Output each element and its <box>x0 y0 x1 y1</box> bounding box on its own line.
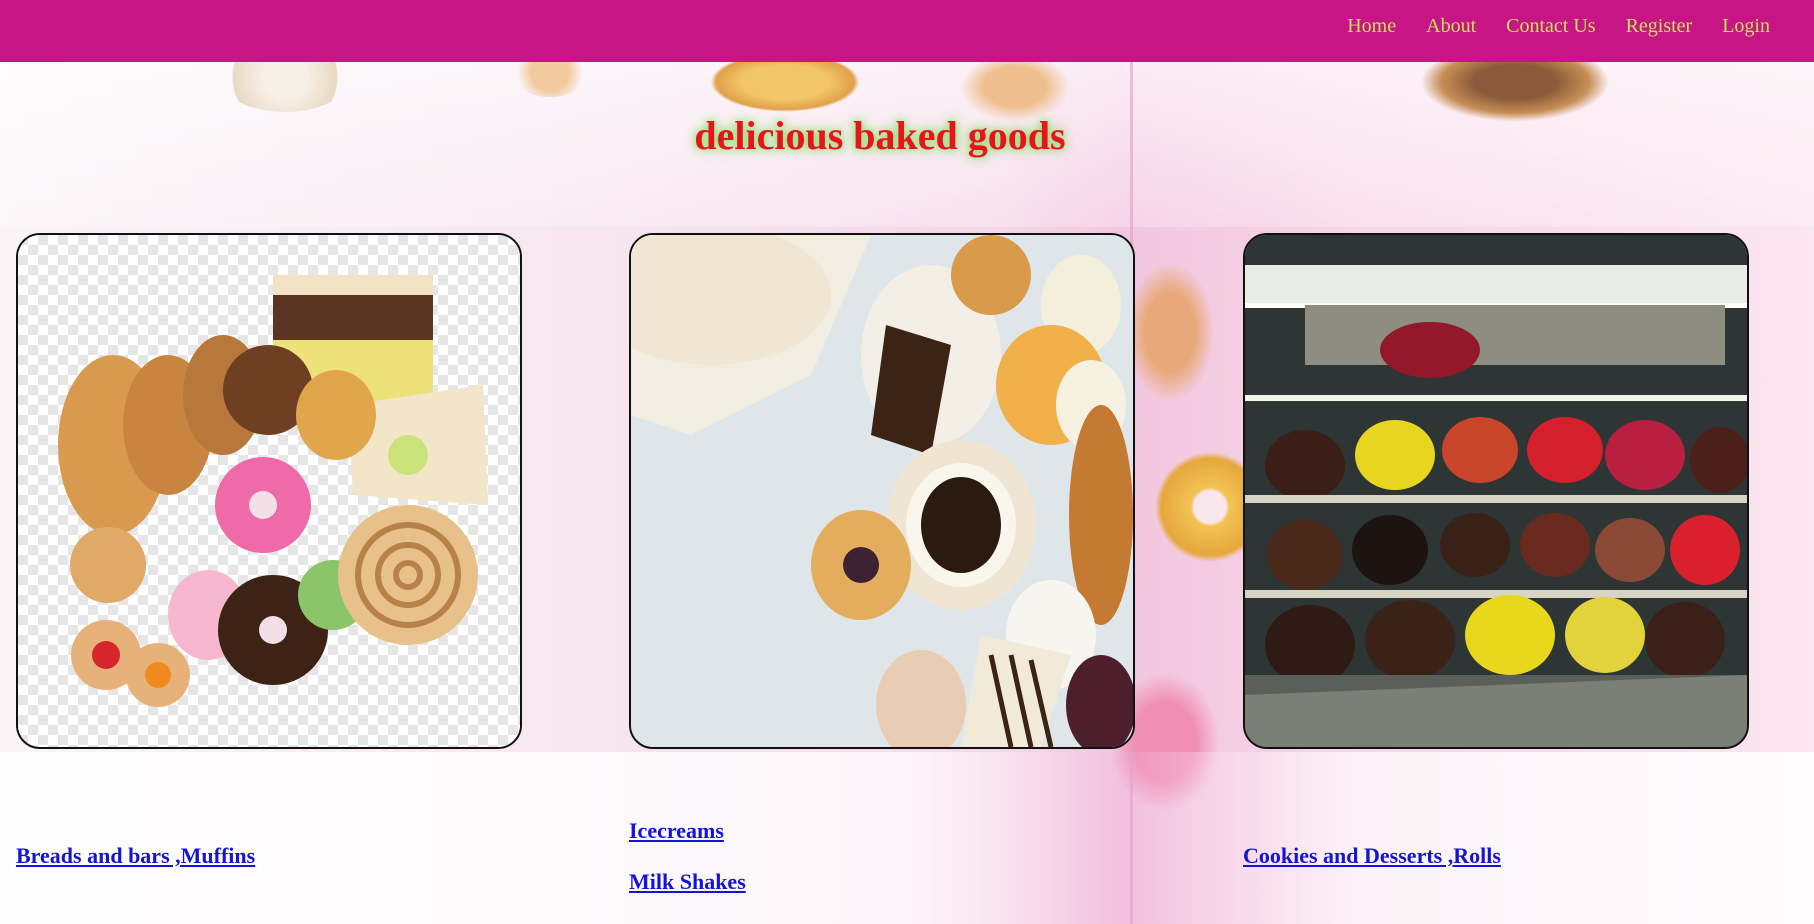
display-case-illustration <box>1245 235 1747 747</box>
coffee-illustration <box>631 235 1133 747</box>
nav-login-link[interactable]: Login <box>1722 15 1770 37</box>
nav-home-link[interactable]: Home <box>1347 15 1396 37</box>
pastries-illustration <box>18 235 520 747</box>
coffee-pastries-image <box>629 233 1135 749</box>
nav-about-link[interactable]: About <box>1426 15 1476 37</box>
cake-display-image <box>1243 233 1749 749</box>
milkshakes-link[interactable]: Milk Shakes <box>629 869 746 895</box>
pastries-image <box>16 233 522 749</box>
icecreams-link[interactable]: Icecreams <box>629 818 724 844</box>
nav-menu: Home About Contact Us Register Login <box>1347 0 1770 52</box>
top-navbar: Home About Contact Us Register Login <box>0 0 1814 62</box>
nav-register-link[interactable]: Register <box>1626 15 1693 37</box>
breads-muffins-link[interactable]: Breads and bars ,Muffins <box>16 843 255 869</box>
nav-contact-link[interactable]: Contact Us <box>1506 15 1595 37</box>
cookies-desserts-link[interactable]: Cookies and Desserts ,Rolls <box>1243 843 1501 869</box>
donut-decor-7 <box>1125 262 1215 402</box>
page-title: delicious baked goods <box>694 113 1066 158</box>
